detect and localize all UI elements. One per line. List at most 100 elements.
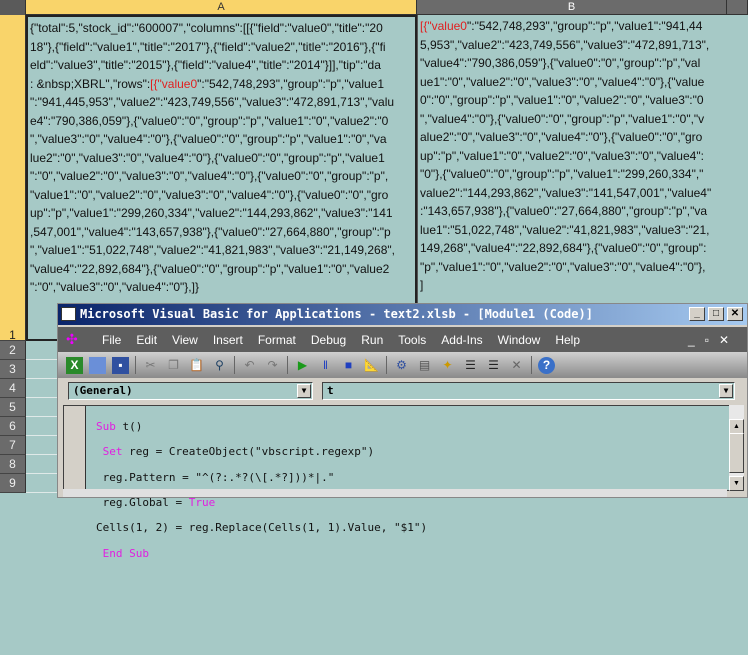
- redo-icon[interactable]: ↷: [264, 357, 281, 374]
- cell-text: ":"542,748,293","group":"p","value1: [197, 76, 385, 91]
- menu-insert[interactable]: Insert: [213, 333, 243, 347]
- cell-text-line: 5,953","value2":"423,749,556","value3":"…: [420, 37, 710, 52]
- margin-indicator-bar[interactable]: [64, 406, 86, 490]
- design-mode-icon[interactable]: 📐: [363, 357, 380, 374]
- cell-text-line: ":"941,445,953","value2":"423,749,556","…: [30, 95, 395, 109]
- copy-icon[interactable]: ❐: [165, 357, 182, 374]
- cell-text-line: 0":"0","group":"p","value1":"0","value2"…: [420, 93, 704, 107]
- properties-window-icon[interactable]: ▤: [416, 357, 433, 374]
- cell-text-line: 149,268","value4":"22,892,684"},{"value0…: [420, 241, 707, 255]
- select-all-button[interactable]: [0, 0, 26, 15]
- row-header-9[interactable]: 9: [0, 474, 26, 493]
- cell-text-line: ,547,001","value4":"143,657,938"},{"valu…: [30, 224, 391, 239]
- window-title: Microsoft Visual Basic for Applications …: [80, 307, 593, 321]
- menu-tools[interactable]: Tools: [398, 333, 426, 347]
- cell-text-line: : &nbsp;XBRL","rows":[{"value0":"542,748…: [30, 75, 415, 94]
- code-line: reg = CreateObject("vbscript.regexp"): [122, 445, 375, 459]
- menu-format[interactable]: Format: [258, 333, 296, 347]
- chevron-down-icon[interactable]: ▼: [719, 384, 733, 398]
- save-icon[interactable]: ▪: [112, 356, 129, 374]
- row-header-1[interactable]: 1: [0, 15, 26, 342]
- procedure-dropdown[interactable]: t ▼: [322, 382, 735, 400]
- menu-view[interactable]: View: [172, 333, 198, 347]
- paste-icon[interactable]: 📋: [188, 357, 205, 374]
- horizontal-scrollbar[interactable]: [63, 489, 727, 497]
- cell-text-line: ":"0","value3":"0","value4":"0"},]}: [30, 280, 199, 294]
- control-toolbox-icon[interactable]: ☰: [485, 357, 502, 374]
- menu-run[interactable]: Run: [361, 333, 383, 347]
- cell-text-line: 18"},{"field":"value1","title":"2017"},{…: [30, 39, 386, 54]
- cell-text-line: e4":"790,386,059"},{"value0":"0","group"…: [30, 113, 389, 128]
- insert-userform-icon[interactable]: [89, 356, 106, 374]
- row-header-5[interactable]: 5: [0, 398, 26, 417]
- cell-text-line: "value4":"790,386,059"},{"value0":"0","g…: [420, 56, 701, 70]
- run-icon[interactable]: ▶: [294, 357, 311, 374]
- vba-module-icon: ✣: [66, 331, 78, 347]
- scroll-down-icon[interactable]: ▼: [729, 476, 744, 491]
- cell-text-line: "p","value1":"0","value2":"0","value3":"…: [420, 259, 706, 274]
- cell-text-line: lue2":"0","value3":"0","value4":"0"},{"v…: [30, 150, 385, 165]
- menu-window[interactable]: Window: [498, 333, 541, 347]
- vba-title-bar[interactable]: Microsoft Visual Basic for Applications …: [58, 304, 747, 325]
- object-browser-icon[interactable]: ✦: [439, 357, 456, 374]
- row-header-7[interactable]: 7: [0, 436, 26, 455]
- cell-text: ":"542,748,293","group":"p","value1":"94…: [466, 19, 703, 33]
- menu-file[interactable]: File: [102, 333, 121, 347]
- object-dropdown[interactable]: (General) ▼: [68, 382, 313, 400]
- undo-icon[interactable]: ↶: [241, 357, 258, 374]
- menu-debug[interactable]: Debug: [311, 333, 346, 347]
- child-window-controls[interactable]: _▫✕: [688, 333, 739, 347]
- row-header-6[interactable]: 6: [0, 417, 26, 436]
- column-header-c[interactable]: [727, 0, 748, 15]
- cell-text-line: ","value3":"0","value4":"0"},{"value0":"…: [30, 132, 387, 146]
- column-header-b[interactable]: B: [417, 0, 727, 15]
- maximize-button[interactable]: □: [708, 307, 724, 321]
- cell-b1[interactable]: [{"value0":"542,748,293","group":"p","va…: [417, 15, 727, 341]
- cell-text-line: ","value4":"0"},{"value0":"0","group":"p…: [420, 111, 705, 126]
- cell-text-line: ue1":"0","value2":"0","value3":"0","valu…: [420, 74, 705, 89]
- minimize-button[interactable]: _: [689, 307, 705, 321]
- tools-icon[interactable]: ✕: [508, 357, 525, 374]
- view-excel-icon[interactable]: X: [66, 356, 83, 374]
- cell-text-line: alue2":"0","value3":"0","value4":"0"},{"…: [420, 130, 703, 144]
- cell-text-line: eld":"value3","title":"2015"},{"field":"…: [30, 58, 381, 72]
- cell-text-line: ]: [420, 278, 424, 292]
- cell-text-line: "0"},{"value0":"0","group":"p","value1":…: [420, 167, 704, 181]
- menu-add-ins[interactable]: Add-Ins: [441, 333, 482, 347]
- reset-icon[interactable]: ■: [340, 357, 357, 374]
- column-header-a[interactable]: A: [26, 0, 417, 15]
- cut-icon[interactable]: ✂: [142, 357, 159, 374]
- cell-text-line: lue1":"51,022,748","value2":"41,821,983"…: [420, 222, 710, 237]
- cell-text-line: "value4":"22,892,684"},{"value0":"0","gr…: [30, 261, 390, 276]
- row-header-8[interactable]: 8: [0, 455, 26, 474]
- cell-text-line: up":"p","value1":"0","value2":"0","value…: [420, 148, 704, 163]
- standard-toolbar: X ▪ ✂ ❐ 📋 ⚲ ↶ ↷ ▶ ‖ ■ 📐 ⚙ ▤ ✦ ☰ ☰ ✕ ?: [58, 352, 747, 378]
- scroll-thumb[interactable]: [729, 433, 744, 473]
- vertical-scrollbar[interactable]: ▲ ▼: [729, 405, 744, 491]
- toolbox-icon[interactable]: ☰: [462, 357, 479, 374]
- close-button[interactable]: ✕: [727, 307, 743, 321]
- scroll-up-icon[interactable]: ▲: [729, 419, 744, 434]
- row-header-4[interactable]: 4: [0, 379, 26, 398]
- code-keyword: Sub: [96, 419, 116, 433]
- cell-text: : &nbsp;XBRL","rows":: [30, 76, 151, 91]
- chevron-down-icon[interactable]: ▼: [297, 384, 311, 398]
- code-editor[interactable]: Sub t() Set reg = CreateObject("vbscript…: [63, 405, 730, 560]
- row-header-3[interactable]: 3: [0, 360, 26, 379]
- project-explorer-icon[interactable]: ⚙: [393, 357, 410, 374]
- row-header-2[interactable]: 2: [0, 341, 26, 360]
- cell-text-line: {"total":5,"stock_id":"600007","columns"…: [30, 21, 383, 35]
- highlight-text: [{"value0: [420, 19, 467, 33]
- find-icon[interactable]: ⚲: [211, 357, 228, 374]
- cell-text-line: ","value1":"51,022,748","value2":"41,821…: [30, 243, 395, 257]
- help-icon[interactable]: ?: [538, 356, 555, 374]
- break-icon[interactable]: ‖: [317, 357, 334, 374]
- cell-text-line: "value1":"0","value2":"0","value3":"0","…: [30, 187, 389, 202]
- cell-text-line: up":"p","value1":"299,260,334","value2":…: [30, 206, 393, 220]
- cell-a1[interactable]: {"total":5,"stock_id":"600007","columns"…: [26, 15, 417, 341]
- cell-text-line: [{"value0":"542,748,293","group":"p","va…: [420, 17, 727, 36]
- menu-help[interactable]: Help: [555, 333, 580, 347]
- code-line: Cells(1, 2) = reg.Replace(Cells(1, 1).Va…: [96, 521, 428, 535]
- menu-bar: ✣ File Edit View Insert Format Debug Run…: [58, 327, 747, 352]
- menu-edit[interactable]: Edit: [136, 333, 157, 347]
